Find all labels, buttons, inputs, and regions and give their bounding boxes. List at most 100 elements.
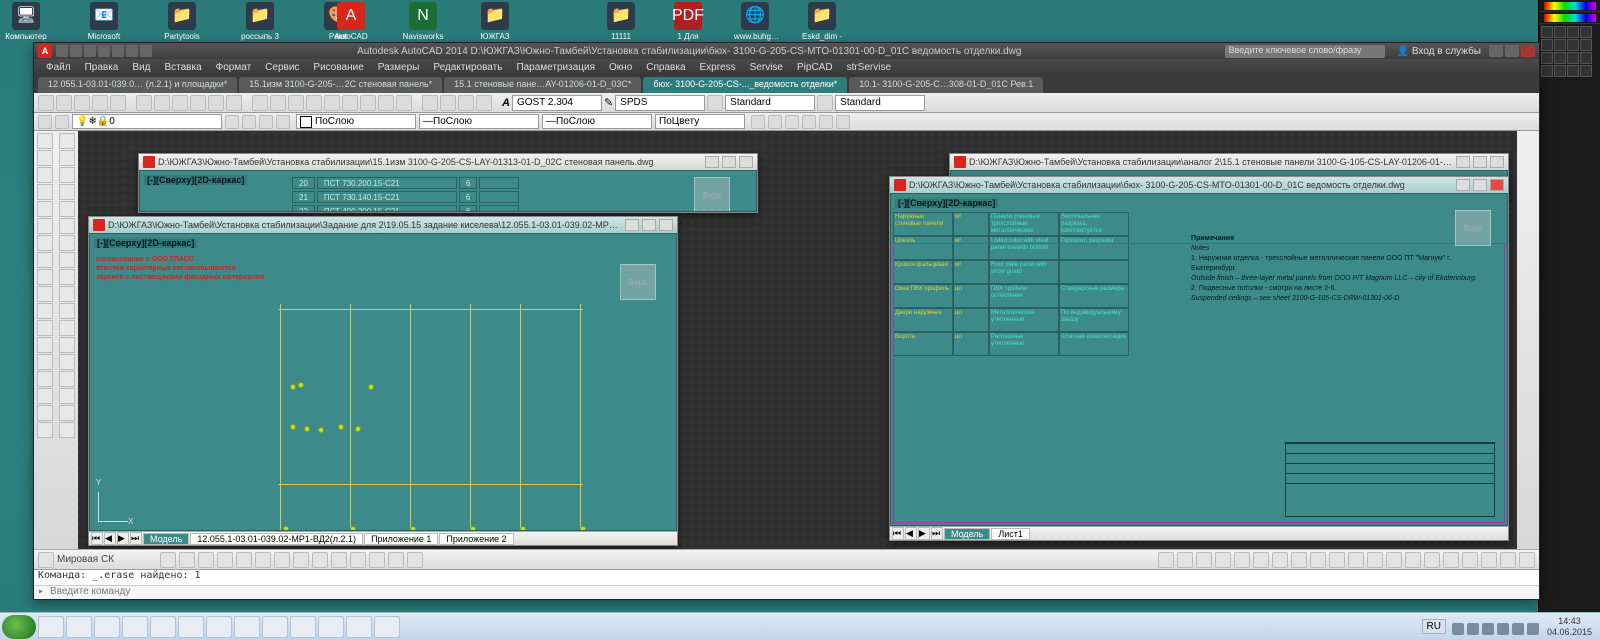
dwg-icon <box>954 156 966 168</box>
menu-item[interactable]: Формат <box>210 62 258 73</box>
menu-item[interactable]: strServise <box>841 62 897 73</box>
close-btn[interactable] <box>1490 179 1504 191</box>
task-btn[interactable] <box>38 616 64 638</box>
notes-block: Примечания Notes 1. Наружная отделка - т… <box>1191 234 1477 304</box>
panel-table: 20ПСТ 730.200.15-С216 21ПСТ 730.140.15-С… <box>290 175 521 212</box>
menu-item[interactable]: Вставка <box>158 62 207 73</box>
system-tray <box>1452 618 1539 635</box>
right-palette <box>1517 131 1539 549</box>
mdi-area[interactable]: D:\ЮЖГАЗ\Южно-Тамбей\Установка стабилиза… <box>78 131 1517 549</box>
side-app-buttons <box>1539 24 1600 79</box>
layer-combo[interactable]: 💡❄🔒 0 <box>72 114 222 129</box>
quick-access <box>56 45 152 57</box>
doc-title: D:\ЮЖГАЗ\Южно-Тамбей\Установка стабилиза… <box>108 220 622 230</box>
doc-window-2[interactable]: D:\ЮЖГАЗ\Южно-Тамбей\Установка стабилиза… <box>88 216 678 546</box>
style-combo[interactable]: Standard <box>725 95 815 111</box>
doc-window-4[interactable]: D:\ЮЖГАЗ\Южно-Тамбей\Установка стабилиза… <box>889 176 1509 541</box>
gradient-bar <box>1544 2 1596 10</box>
title-block <box>1285 442 1495 517</box>
menu-item[interactable]: Размеры <box>372 62 426 73</box>
search-box[interactable]: Введите ключевое слово/фразу <box>1225 45 1385 58</box>
toolbar-2: 💡❄🔒 0 ПоСлою — ПоСлою — ПоСлою ПоЦвету <box>34 113 1539 131</box>
menu-item[interactable]: Окно <box>603 62 638 73</box>
menu-item[interactable]: Справка <box>640 62 691 73</box>
close-button[interactable] <box>1521 45 1535 57</box>
desktop: 🖥Компьютер 📧Microsoft Outlook 2010 📁Part… <box>0 0 1600 640</box>
drawing-canvas[interactable]: [-][Сверху][2D-каркас] согласование с ОО… <box>89 233 677 531</box>
color-combo[interactable]: ПоЦвету <box>655 114 745 129</box>
linetype-combo[interactable]: ПоСлою <box>296 114 416 129</box>
toolbar-1: A GOST 2.304 ✎ SPDS Standard Standard <box>34 93 1539 113</box>
menu-item[interactable]: Сервис <box>259 62 305 73</box>
menu-item[interactable]: Правка <box>79 62 125 73</box>
minimize-button[interactable] <box>1489 45 1503 57</box>
layout-tab[interactable]: Лист1 <box>991 528 1030 540</box>
side-btn[interactable] <box>1541 26 1553 38</box>
min-btn[interactable] <box>1456 156 1470 168</box>
layout-tab[interactable]: 12.055.1-03.01-039.02-МР1-ВД2(л.2.1) <box>190 533 363 545</box>
document-tab[interactable]: 15.1изм 3100-G-205-…2C стеновая панель* <box>239 77 442 93</box>
layout-tab[interactable]: Приложение 1 <box>364 533 438 545</box>
doc-title: D:\ЮЖГАЗ\Южно-Тамбей\Установка стабилиза… <box>969 157 1453 167</box>
login-link[interactable]: 👤 Вход в службы <box>1397 46 1481 57</box>
menu-item[interactable]: PipCAD <box>791 62 839 73</box>
layout-tab[interactable]: Модель <box>143 533 189 545</box>
doc-window-1[interactable]: D:\ЮЖГАЗ\Южно-Тамбей\Установка стабилиза… <box>138 153 758 213</box>
menu-item[interactable]: Редактировать <box>427 62 508 73</box>
layout-tab[interactable]: Приложение 2 <box>439 533 513 545</box>
layout-tabs: ⏮◀▶⏭ Модель 12.055.1-03.01-039.02-МР1-ВД… <box>89 531 677 545</box>
dwg-icon <box>894 179 906 191</box>
layout-tab[interactable]: Модель <box>944 528 990 540</box>
menu-bar: Файл Правка Вид Вставка Формат Сервис Ри… <box>34 59 1539 75</box>
autocad-window: A Autodesk AutoCAD 2014 D:\ЮЖГАЗ\Южно-Та… <box>33 42 1540 600</box>
menu-item[interactable]: Параметризация <box>510 62 601 73</box>
tab-nav[interactable]: ⏮ <box>91 532 103 545</box>
dwg-icon <box>143 156 155 168</box>
work-area: D:\ЮЖГАЗ\Южно-Тамбей\Установка стабилиза… <box>34 131 1539 549</box>
linetype-combo[interactable]: — ПоСлою <box>419 114 539 129</box>
close-btn[interactable] <box>1490 156 1504 168</box>
view-label[interactable]: [-][Сверху][2D-каркас] <box>94 238 197 248</box>
lang-indicator[interactable]: RU <box>1422 619 1446 634</box>
document-tab[interactable]: 12.055.1-03.01-039.0… (л.2.1) и площадки… <box>38 77 237 93</box>
menu-item[interactable]: Servise <box>744 62 789 73</box>
draw-tool[interactable] <box>37 133 53 149</box>
app-logo[interactable]: A <box>38 44 52 58</box>
title-bar[interactable]: A Autodesk AutoCAD 2014 D:\ЮЖГАЗ\Южно-Та… <box>34 43 1539 59</box>
font-combo[interactable]: GOST 2.304 <box>512 95 602 111</box>
menu-item[interactable]: Файл <box>40 62 77 73</box>
max-btn[interactable] <box>1473 156 1487 168</box>
menu-item[interactable]: Вид <box>126 62 156 73</box>
dwg-icon <box>93 219 105 231</box>
view-label[interactable]: [-][Сверху][2D-каркас] <box>895 198 998 208</box>
spds-combo[interactable]: SPDS <box>615 95 705 111</box>
document-tab-active[interactable]: бюх- 3100-G-205-CS-..._ведомость отделки… <box>643 77 847 93</box>
doc-title: D:\ЮЖГАЗ\Южно-Тамбей\Установка стабилиза… <box>158 157 702 167</box>
ucs-icon: XY <box>98 482 138 522</box>
maximize-button[interactable] <box>1505 45 1519 57</box>
menu-item[interactable]: Express <box>694 62 742 73</box>
doc-title: D:\ЮЖГАЗ\Южно-Тамбей\Установка стабилиза… <box>909 180 1453 190</box>
qat-btn[interactable] <box>56 45 68 57</box>
document-tab[interactable]: 15.1 стеновые пане…AY-01206-01-D_03C* <box>444 77 641 93</box>
clock[interactable]: 14:4304.06.2015 <box>1541 616 1598 638</box>
side-app-panel <box>1538 0 1600 640</box>
style-combo[interactable]: Standard <box>835 95 925 111</box>
tool-btn[interactable] <box>38 95 54 111</box>
menu-item[interactable]: Рисование <box>307 62 369 73</box>
linetype-combo[interactable]: — ПоСлою <box>542 114 652 129</box>
command-input[interactable]: ▸ Введите команду <box>34 585 1539 599</box>
document-tab[interactable]: 10.1- 3100-G-205-C…308-01-D_01C Рев.1 <box>849 77 1043 93</box>
view-label[interactable]: [-][Сверху][2D-каркас] <box>144 175 247 185</box>
start-button[interactable] <box>2 615 36 639</box>
status-toggle[interactable] <box>38 552 54 568</box>
gradient-bar <box>1544 14 1596 22</box>
view-cube[interactable]: Верх <box>694 177 730 212</box>
schedule-table: Наружные стеновые панелим²Панели стеновы… <box>893 212 1138 521</box>
command-output: Команда: _.erase найдено: 1 <box>34 569 1539 585</box>
drawing-canvas[interactable]: [-][Сверху][2D-каркас] Наружные стеновые… <box>890 193 1508 526</box>
window-title: Autodesk AutoCAD 2014 D:\ЮЖГАЗ\Южно-Тамб… <box>160 46 1219 57</box>
view-cube[interactable]: Верх <box>1455 210 1491 246</box>
taskbar: RU 14:4304.06.2015 <box>0 612 1600 640</box>
view-cube[interactable]: Верх <box>620 264 656 300</box>
